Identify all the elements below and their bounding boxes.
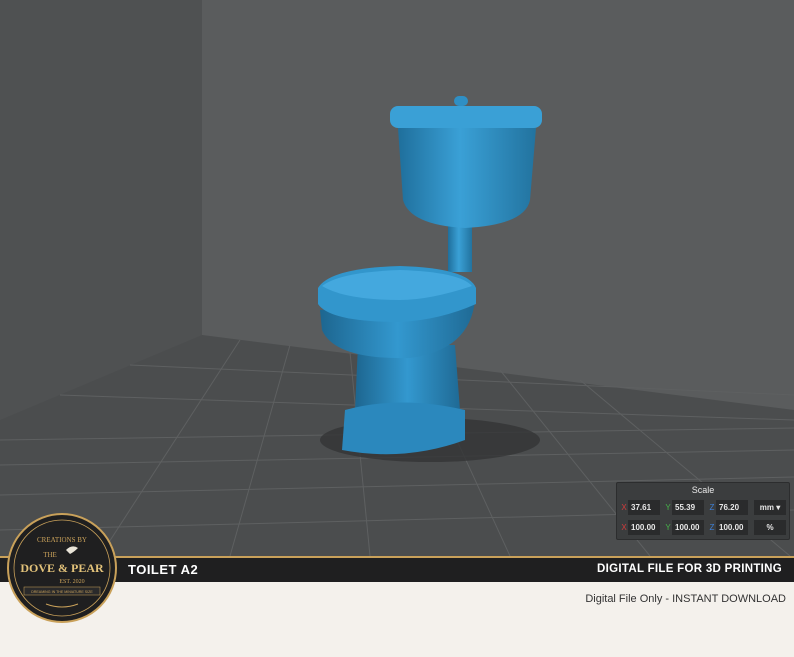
scale-row-mm: X 37.61 Y 55.39 Z 76.20 mm ▾ — [617, 497, 789, 517]
product-title-bar: TOILET A2 DIGITAL FILE FOR 3D PRINTING — [0, 556, 794, 582]
3d-viewport[interactable]: Scale X 37.61 Y 55.39 Z 76.20 mm ▾ X 100… — [0, 0, 794, 556]
brand-logo: CREATIONS BY THE DOVE & PEAR EST. 2020 D… — [7, 513, 117, 623]
z-axis-label: Z — [709, 502, 715, 512]
y-axis-label: Y — [665, 502, 671, 512]
scale-x-mm-input[interactable]: 37.61 — [628, 499, 660, 515]
scale-x-percent-input[interactable]: 100.00 — [628, 519, 660, 535]
scale-row-percent: X 100.00 Y 100.00 Z 100.00 % — [617, 517, 789, 537]
scale-y-mm-input[interactable]: 55.39 — [672, 499, 704, 515]
scale-y-percent-input[interactable]: 100.00 — [672, 519, 704, 535]
scale-z-mm-input[interactable]: 76.20 — [716, 499, 748, 515]
percent-unit-label: % — [754, 519, 786, 535]
y-axis-label: Y — [665, 522, 671, 532]
logo-top-text: CREATIONS BY — [37, 536, 87, 544]
scale-panel: Scale X 37.61 Y 55.39 Z 76.20 mm ▾ X 100… — [616, 482, 790, 540]
logo-est: EST. 2020 — [59, 579, 84, 585]
scale-panel-title: Scale — [691, 485, 715, 495]
product-tagline: DIGITAL FILE FOR 3D PRINTING — [597, 563, 782, 575]
scene-canvas[interactable] — [0, 0, 794, 556]
unit-dropdown[interactable]: mm ▾ — [754, 499, 786, 515]
product-name: TOILET A2 — [128, 562, 199, 577]
x-axis-label: X — [621, 502, 627, 512]
product-subtitle: Digital File Only - INSTANT DOWNLOAD — [585, 593, 786, 605]
x-axis-label: X — [621, 522, 627, 532]
logo-the: THE — [43, 551, 57, 559]
z-axis-label: Z — [709, 522, 715, 532]
logo-bottom-text: DREAMING IN THE MINIATURE SIZE — [31, 590, 93, 594]
logo-name: DOVE & PEAR — [20, 561, 104, 575]
scale-z-percent-input[interactable]: 100.00 — [716, 519, 748, 535]
